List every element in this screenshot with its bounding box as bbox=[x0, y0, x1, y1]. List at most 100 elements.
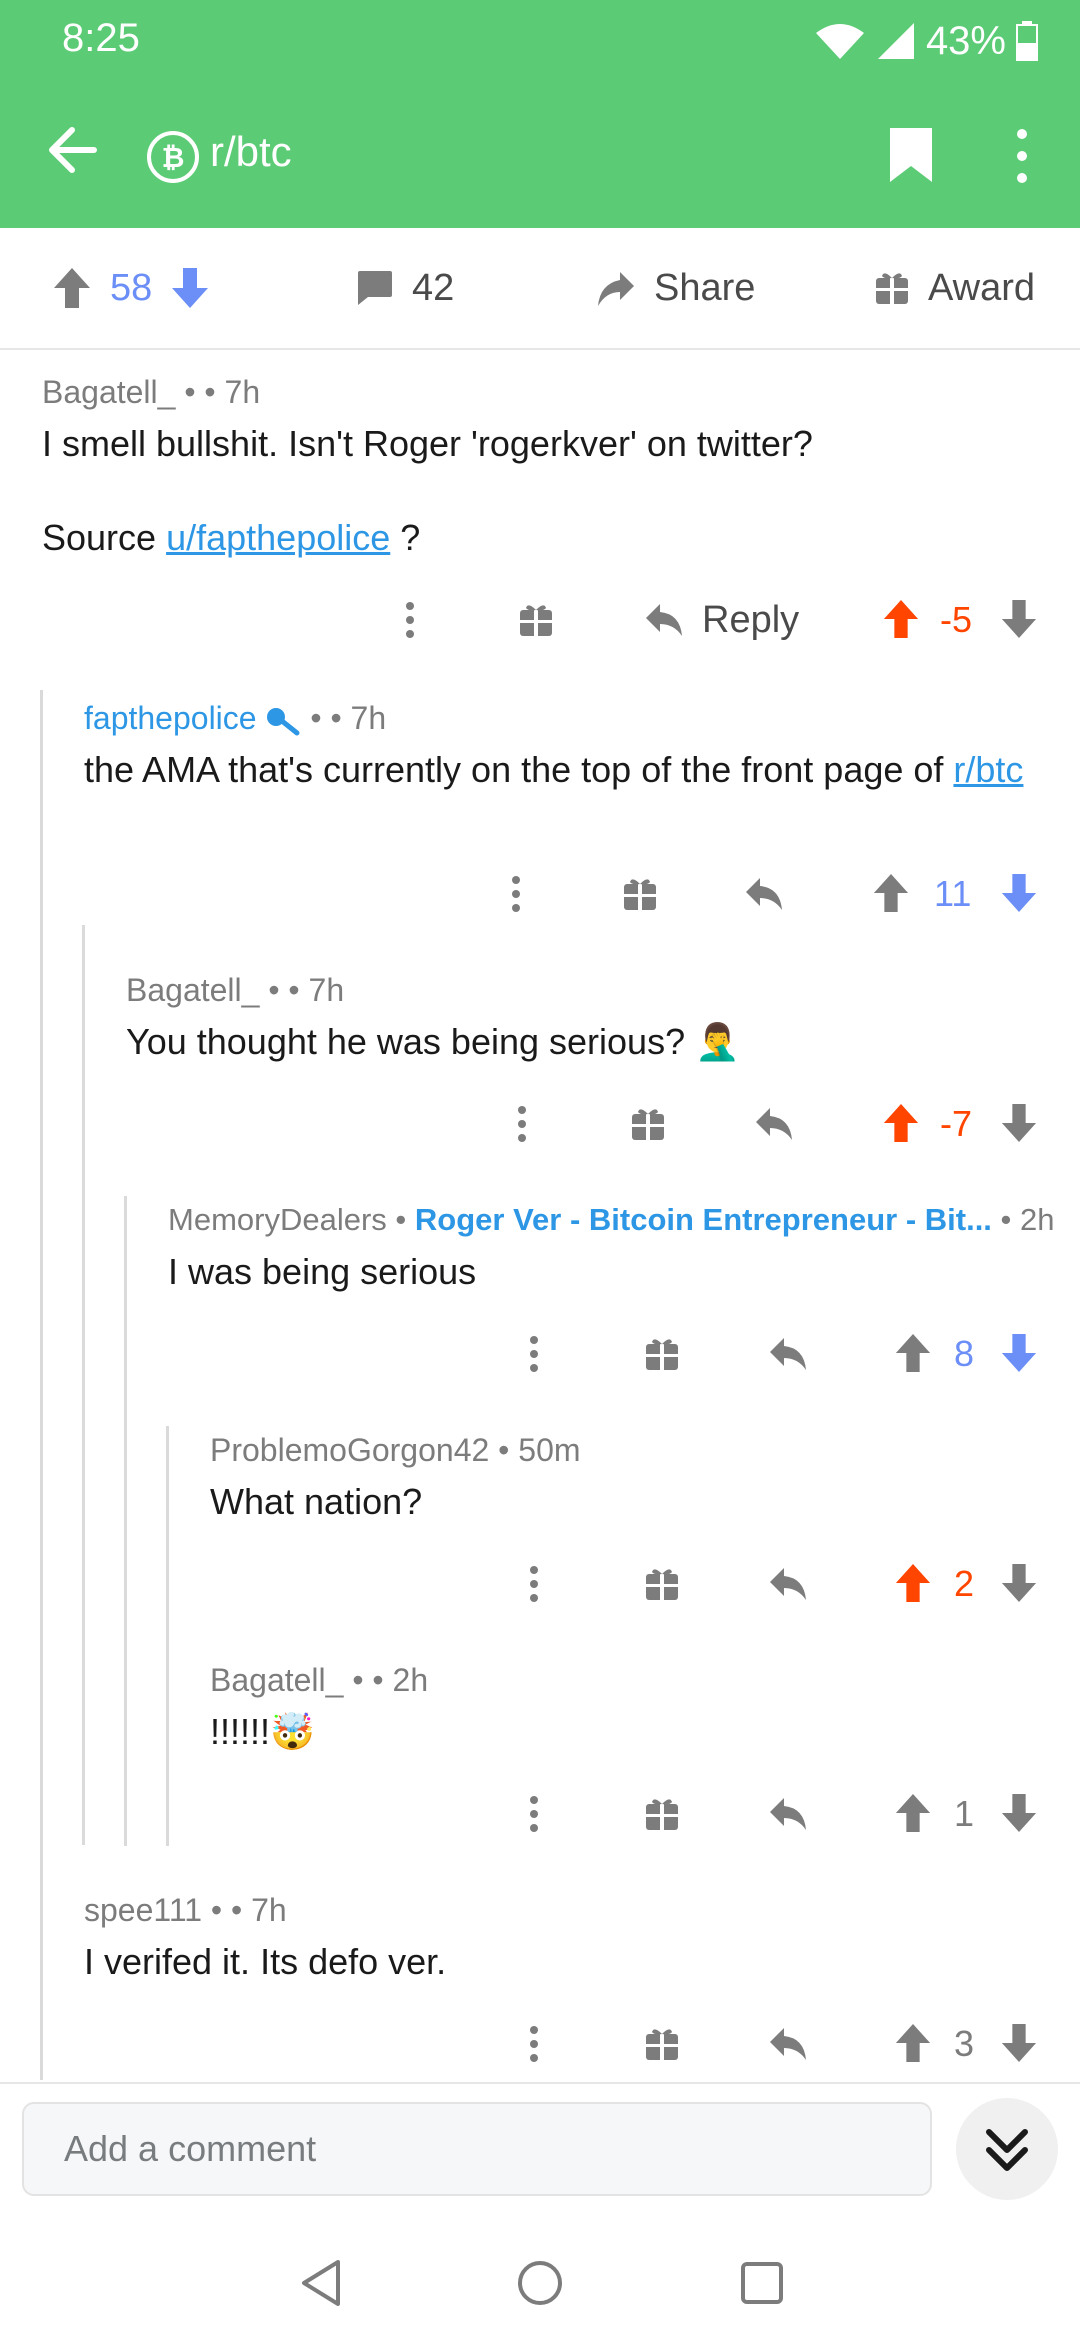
comment-body: What nation? bbox=[210, 1481, 423, 1522]
comment-score: 8 bbox=[954, 1333, 975, 1374]
separator: • bbox=[310, 700, 322, 736]
share-label: Share bbox=[654, 266, 756, 309]
collapse-icon bbox=[986, 2129, 1028, 2171]
reply-icon[interactable] bbox=[768, 2026, 808, 2062]
subreddit-link[interactable]: r/btc bbox=[953, 749, 1023, 790]
bookmark-icon[interactable] bbox=[888, 126, 934, 184]
more-vertical-icon[interactable] bbox=[524, 1784, 544, 1844]
reply-icon[interactable] bbox=[744, 876, 784, 912]
more-vertical-icon[interactable] bbox=[524, 2014, 544, 2074]
gift-icon[interactable] bbox=[644, 1796, 680, 1832]
gift-icon[interactable] bbox=[622, 876, 658, 912]
subreddit-title[interactable]: r/btc bbox=[210, 128, 292, 176]
upvote-icon[interactable] bbox=[894, 1792, 932, 1834]
comment-author[interactable]: Bagatell_ bbox=[126, 972, 259, 1008]
comment-body: !!!!!!🤯 bbox=[210, 1710, 1030, 1754]
comment-time: • 2h bbox=[372, 1662, 429, 1698]
comment-time: • 7h bbox=[204, 374, 261, 410]
more-vertical-icon[interactable] bbox=[506, 864, 526, 924]
comment-author[interactable]: MemoryDealers bbox=[168, 1202, 387, 1237]
reply-label: Reply bbox=[702, 598, 800, 641]
downvote-icon[interactable] bbox=[1000, 872, 1038, 914]
app-header: 8:25 43% ₿ r/btc bbox=[0, 0, 1080, 228]
comment-time: • 50m bbox=[498, 1432, 581, 1468]
comment-author[interactable]: spee111 bbox=[84, 1892, 202, 1928]
award-button[interactable]: Award bbox=[874, 228, 1035, 348]
more-vertical-icon[interactable] bbox=[400, 590, 420, 650]
thread-line bbox=[124, 1196, 127, 1846]
status-icons: 43% bbox=[814, 16, 1038, 66]
share-button[interactable]: Share bbox=[596, 228, 755, 348]
comment-count: 42 bbox=[412, 266, 455, 309]
comment-actions: 11 bbox=[506, 864, 1046, 924]
source-prefix: Source bbox=[42, 517, 167, 558]
comment-body: I verifed it. Its defo ver. bbox=[84, 1941, 447, 1982]
reply-icon[interactable] bbox=[754, 1106, 794, 1142]
comment-author[interactable]: Bagatell_ bbox=[42, 374, 175, 410]
reply-icon[interactable] bbox=[768, 1336, 808, 1372]
exploding-head-emoji: 🤯 bbox=[270, 1711, 315, 1752]
comment-meta: MemoryDealers • Roger Ver - Bitcoin Entr… bbox=[168, 1202, 1055, 1238]
upvote-icon[interactable] bbox=[882, 1102, 920, 1144]
battery-percent: 43% bbox=[925, 18, 1006, 63]
upvote-icon[interactable] bbox=[882, 598, 920, 640]
home-nav-icon[interactable] bbox=[513, 2256, 567, 2310]
user-link[interactable]: u/fapthepolice bbox=[166, 517, 390, 558]
recents-nav-icon[interactable] bbox=[735, 2256, 789, 2310]
gift-icon[interactable] bbox=[630, 1106, 666, 1142]
collapse-button[interactable] bbox=[956, 2098, 1058, 2200]
share-icon bbox=[598, 272, 634, 306]
separator: • bbox=[395, 1202, 407, 1237]
downvote-icon[interactable] bbox=[170, 266, 210, 310]
downvote-icon[interactable] bbox=[1000, 1562, 1038, 1604]
comment-actions: 3 bbox=[524, 2014, 1046, 2074]
back-nav-icon[interactable] bbox=[294, 2256, 348, 2310]
comment-time: • 7h bbox=[330, 700, 387, 736]
more-vertical-icon[interactable] bbox=[512, 1094, 532, 1154]
comment-author[interactable]: Bagatell_ bbox=[210, 1662, 343, 1698]
gift-icon[interactable] bbox=[644, 1336, 680, 1372]
comment-score: 11 bbox=[934, 873, 972, 914]
upvote-icon[interactable] bbox=[894, 2022, 932, 2064]
upvote-icon[interactable] bbox=[894, 1332, 932, 1374]
gift-icon[interactable] bbox=[518, 602, 554, 638]
upvote-icon[interactable] bbox=[894, 1562, 932, 1604]
upvote-icon[interactable] bbox=[52, 266, 92, 310]
more-vertical-icon[interactable] bbox=[524, 1554, 544, 1614]
comment-author[interactable]: fapthepolice bbox=[84, 700, 257, 736]
bitcoin-icon[interactable]: ₿ bbox=[146, 130, 200, 184]
comment-score: 3 bbox=[954, 2023, 975, 2064]
reply-button[interactable]: Reply bbox=[644, 590, 799, 650]
downvote-icon[interactable] bbox=[1000, 1102, 1038, 1144]
comment-text: !!!!!! bbox=[210, 1711, 271, 1752]
comment-body: the AMA that's currently on the top of t… bbox=[84, 748, 1024, 792]
status-time: 8:25 bbox=[62, 16, 140, 60]
add-comment-input[interactable]: Add a comment bbox=[22, 2102, 932, 2196]
separator: • bbox=[352, 1662, 364, 1698]
downvote-icon[interactable] bbox=[1000, 598, 1038, 640]
more-vertical-icon[interactable] bbox=[1012, 126, 1032, 186]
downvote-icon[interactable] bbox=[1000, 1792, 1038, 1834]
more-vertical-icon[interactable] bbox=[524, 1324, 544, 1384]
gift-icon[interactable] bbox=[644, 2026, 680, 2062]
back-arrow-icon[interactable] bbox=[42, 120, 102, 180]
thread-line bbox=[82, 925, 85, 1845]
comment-meta: Bagatell_ • • 7h bbox=[42, 374, 260, 411]
comment-author[interactable]: ProblemoGorgon42 bbox=[210, 1432, 489, 1468]
upvote-icon[interactable] bbox=[872, 872, 910, 914]
downvote-icon[interactable] bbox=[1000, 1332, 1038, 1374]
vote-group: 58 bbox=[52, 228, 210, 348]
gift-icon[interactable] bbox=[644, 1566, 680, 1602]
reply-icon[interactable] bbox=[768, 1566, 808, 1602]
comment-body: I smell bullshit. Isn't Roger 'rogerkver… bbox=[42, 422, 1032, 560]
separator: • bbox=[184, 374, 196, 410]
comment-icon bbox=[358, 271, 392, 305]
reply-icon[interactable] bbox=[768, 1796, 808, 1832]
separator: • bbox=[268, 972, 280, 1008]
comments-button[interactable]: 42 bbox=[354, 228, 454, 348]
comment-text: the AMA that's currently on the top of t… bbox=[84, 749, 954, 790]
comment-meta: fapthepolice • • 7h bbox=[84, 700, 386, 737]
downvote-icon[interactable] bbox=[1000, 2022, 1038, 2064]
comment-meta: Bagatell_ • • 2h bbox=[210, 1662, 428, 1699]
comment-text-line2: Source u/fapthepolice ? bbox=[42, 516, 1032, 560]
